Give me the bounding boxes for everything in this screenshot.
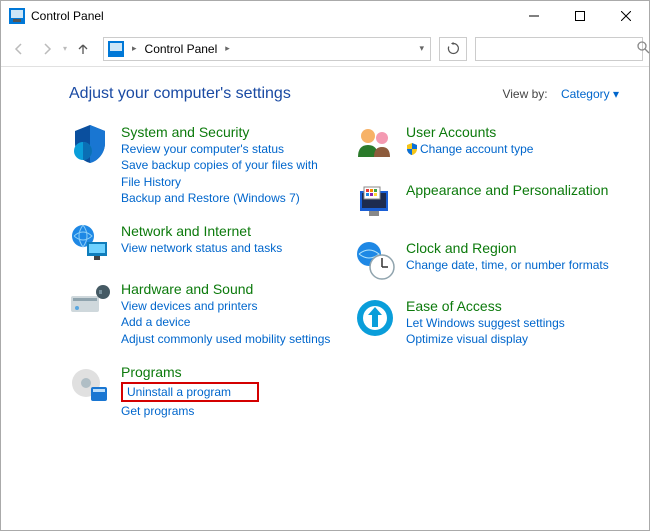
user-accounts-icon xyxy=(354,123,396,165)
network-internet-icon xyxy=(69,222,111,264)
address-bar[interactable]: ▸ Control Panel ▸ ▾ xyxy=(103,37,431,61)
chevron-right-icon[interactable]: ▸ xyxy=(223,43,232,54)
category-ease-of-access[interactable]: Ease of Access xyxy=(406,297,619,315)
category-clock-region[interactable]: Clock and Region xyxy=(406,239,619,257)
system-security-icon xyxy=(69,123,111,165)
category-programs[interactable]: Programs xyxy=(121,363,334,381)
control-panel-icon xyxy=(9,8,25,24)
link-optimize-display[interactable]: Optimize visual display xyxy=(406,331,619,347)
category-network-internet[interactable]: Network and Internet xyxy=(121,222,334,240)
chevron-right-icon[interactable]: ▸ xyxy=(130,43,139,54)
link-suggest-settings[interactable]: Let Windows suggest settings xyxy=(406,315,619,331)
minimize-button[interactable] xyxy=(511,1,557,31)
back-button xyxy=(7,37,31,61)
category-system-security[interactable]: System and Security xyxy=(121,123,334,141)
hardware-sound-icon xyxy=(69,280,111,322)
link-network-status[interactable]: View network status and tasks xyxy=(121,240,334,256)
appearance-icon xyxy=(354,181,396,223)
link-view-devices[interactable]: View devices and printers xyxy=(121,298,334,314)
refresh-button[interactable] xyxy=(439,37,467,61)
view-by-dropdown[interactable]: Category ▾ xyxy=(561,87,619,101)
link-get-programs[interactable]: Get programs xyxy=(121,403,334,419)
maximize-button[interactable] xyxy=(557,1,603,31)
up-button[interactable] xyxy=(71,37,95,61)
search-input[interactable] xyxy=(482,42,637,56)
category-user-accounts[interactable]: User Accounts xyxy=(406,123,619,141)
close-button[interactable] xyxy=(603,1,649,31)
programs-icon xyxy=(69,363,111,405)
shield-icon xyxy=(406,143,418,155)
view-by-label: View by: Category ▾ xyxy=(502,87,619,101)
link-review-status[interactable]: Review your computer's status xyxy=(121,141,334,157)
clock-region-icon xyxy=(354,239,396,281)
category-hardware-sound[interactable]: Hardware and Sound xyxy=(121,280,334,298)
link-change-date-format[interactable]: Change date, time, or number formats xyxy=(406,257,619,273)
search-icon[interactable] xyxy=(637,41,650,57)
search-box[interactable] xyxy=(475,37,643,61)
breadcrumb-item[interactable]: Control Panel xyxy=(145,42,218,56)
window-title: Control Panel xyxy=(31,9,511,23)
link-backup-restore[interactable]: Backup and Restore (Windows 7) xyxy=(121,190,334,206)
page-title: Adjust your computer's settings xyxy=(69,85,502,103)
recent-dropdown-icon[interactable]: ▾ xyxy=(63,44,67,53)
control-panel-icon xyxy=(108,41,124,57)
highlight-box: Uninstall a program xyxy=(121,382,259,402)
link-change-account-type[interactable]: Change account type xyxy=(406,141,619,157)
link-add-device[interactable]: Add a device xyxy=(121,314,334,330)
ease-of-access-icon xyxy=(354,297,396,339)
chevron-down-icon[interactable]: ▾ xyxy=(417,43,426,54)
link-mobility-settings[interactable]: Adjust commonly used mobility settings xyxy=(121,331,334,347)
category-appearance[interactable]: Appearance and Personalization xyxy=(406,181,619,199)
link-file-history[interactable]: Save backup copies of your files with Fi… xyxy=(121,157,334,189)
link-uninstall-program[interactable]: Uninstall a program xyxy=(127,385,231,399)
forward-button xyxy=(35,37,59,61)
